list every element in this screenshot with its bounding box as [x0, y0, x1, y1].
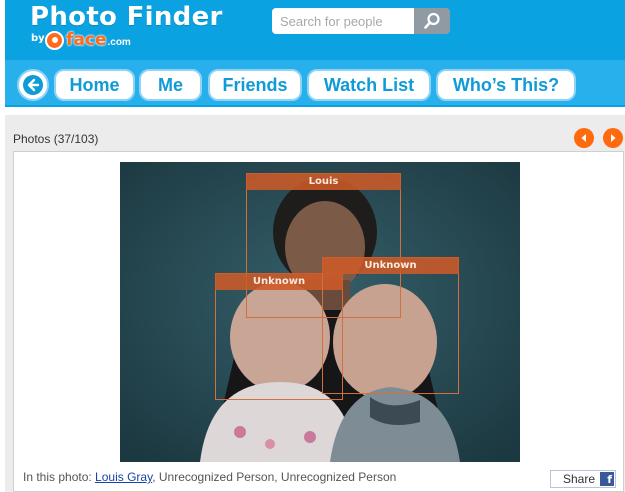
app-header: Photo Finder by face .com Home Me Friend…	[5, 0, 625, 107]
photo-viewer: Louis Unknown Unknown In this photo: Lou…	[13, 151, 624, 492]
photo[interactable]: Louis Unknown Unknown	[120, 162, 520, 462]
chevron-left-icon	[581, 134, 586, 142]
face-tag-label: Unknown	[322, 257, 459, 274]
caption-rest: , Unrecognized Person, Unrecognized Pers…	[152, 470, 397, 484]
prev-photo-button[interactable]	[574, 128, 594, 148]
byline: by	[31, 33, 45, 44]
share-label: Share	[562, 472, 595, 486]
chevron-right-icon	[611, 134, 616, 142]
brand-suffix: .com	[107, 37, 131, 48]
share-button[interactable]: Share f	[550, 470, 616, 488]
face-tag-unknown-right[interactable]: Unknown	[322, 257, 459, 394]
facebook-icon: f	[600, 472, 614, 486]
search-icon	[424, 12, 440, 29]
back-arrow-icon	[23, 75, 43, 95]
photos-heading: Photos (37/103)	[13, 132, 99, 146]
next-photo-button[interactable]	[603, 128, 623, 148]
nav-watch-list[interactable]: Watch List	[307, 69, 431, 101]
face-tag-label: Louis	[246, 173, 401, 190]
face-logo-icon	[45, 30, 64, 50]
nav-bar: Home Me Friends Watch List Who’s This?	[5, 60, 625, 105]
nav-friends[interactable]: Friends	[208, 69, 302, 101]
back-button[interactable]	[17, 69, 49, 101]
nav-home[interactable]: Home	[54, 69, 135, 101]
caption-prefix: In this photo:	[23, 470, 96, 484]
photo-caption: In this photo: Louis Gray, Unrecognized …	[23, 470, 396, 484]
search-input[interactable]	[272, 8, 414, 34]
nav-me[interactable]: Me	[139, 69, 202, 101]
nav-whos-this[interactable]: Who’s This?	[436, 69, 576, 101]
search-button[interactable]	[414, 8, 450, 34]
app-title: Photo Finder	[30, 2, 223, 32]
person-link-louis-gray[interactable]: Louis Gray	[95, 470, 152, 484]
photos-panel: Photos (37/103) Louis Unknown Unknown In…	[5, 115, 625, 492]
brand-name: face	[66, 30, 107, 50]
face-logo[interactable]: face .com	[45, 30, 131, 50]
